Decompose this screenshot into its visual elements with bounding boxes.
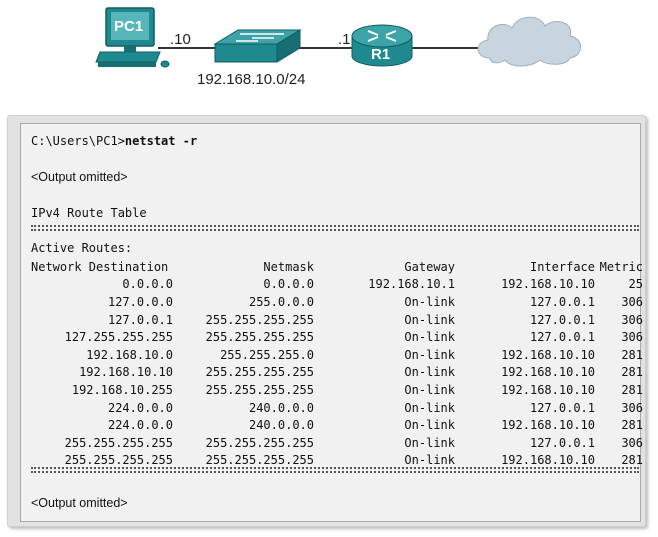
header-metric: Metric	[599, 259, 643, 274]
route-metric: 281	[621, 418, 643, 433]
route-netmask: 240.0.0.0	[248, 418, 314, 433]
route-netmask: 255.255.255.255	[205, 382, 314, 397]
pc-icon	[95, 7, 170, 68]
route-netmask: 255.255.255.255	[205, 312, 314, 327]
active-routes-title: Active Routes:	[31, 241, 133, 255]
route-interface: 127.0.0.1	[529, 294, 595, 309]
switch-icon	[213, 29, 302, 63]
output-omitted-top: <Output omitted>	[31, 170, 128, 184]
route-netmask: 240.0.0.0	[248, 400, 314, 415]
table-row: 224.0.0.0 240.0.0.0 On-link 192.168.10.10 28…	[31, 416, 643, 434]
route-destination: 192.168.10.10	[79, 365, 173, 380]
route-rows: 0.0.0.0 0.0.0.0 192.168.10.1 192.168.10.10 2…	[31, 276, 643, 470]
route-table: Network Destination Netmask Gateway Inte…	[31, 258, 643, 469]
route-interface: 127.0.0.1	[529, 435, 595, 450]
route-metric: 306	[621, 312, 643, 327]
route-gateway: On-link	[404, 400, 455, 415]
route-gateway: On-link	[404, 330, 455, 345]
route-gateway: On-link	[404, 435, 455, 450]
route-metric: 281	[621, 365, 643, 380]
command-line: C:\Users\PC1>netstat -r	[31, 134, 197, 149]
route-interface: 192.168.10.10	[501, 418, 595, 433]
router-port-label: .1	[338, 31, 351, 48]
route-netmask: 255.255.255.255	[205, 330, 314, 345]
route-gateway: On-link	[404, 294, 455, 309]
route-metric: 306	[621, 400, 643, 415]
header-netmask: Netmask	[263, 259, 314, 274]
output-omitted-bottom: <Output omitted>	[31, 496, 128, 510]
route-destination: 127.0.0.1	[107, 312, 173, 327]
route-interface: 192.168.10.10	[501, 277, 595, 292]
table-row: 192.168.10.10 255.255.255.255 On-link 192.1…	[31, 364, 643, 382]
table-row: 0.0.0.0 0.0.0.0 192.168.10.1 192.168.10.10 2…	[31, 276, 643, 294]
table-row: 127.0.0.1 255.255.255.255 On-link 127.0.0.1…	[31, 311, 643, 329]
command-prompt: C:\Users\PC1>	[31, 134, 125, 148]
pc-port-label: .10	[170, 31, 191, 48]
route-metric: 281	[621, 347, 643, 362]
route-destination: 192.168.10.255	[71, 382, 173, 397]
route-gateway: On-link	[404, 365, 455, 380]
route-destination: 0.0.0.0	[122, 277, 173, 292]
route-destination: 192.168.10.0	[86, 347, 173, 362]
table-row: 224.0.0.0 240.0.0.0 On-link 127.0.0.1 306	[31, 399, 643, 417]
route-table-title: IPv4 Route Table	[31, 206, 147, 220]
route-metric: 306	[621, 435, 643, 450]
route-metric: 25	[628, 277, 643, 292]
route-interface: 127.0.0.1	[529, 400, 595, 415]
table-row: 192.168.10.255 255.255.255.255 On-link 192.…	[31, 381, 643, 399]
network-address-label: 192.168.10.0/24	[197, 71, 306, 88]
table-row: 127.0.0.0 255.0.0.0 On-link 127.0.0.1 306	[31, 293, 643, 311]
route-interface: 127.0.0.1	[529, 312, 595, 327]
table-row: 255.255.255.255 255.255.255.255 On-link 127…	[31, 434, 643, 452]
route-destination: 127.0.0.0	[107, 294, 173, 309]
route-destination: 224.0.0.0	[107, 400, 173, 415]
terminal-output: C:\Users\PC1>netstat -r <Output omitted>…	[20, 123, 643, 522]
router-name-label: R1	[371, 46, 391, 63]
route-metric: 306	[621, 294, 643, 309]
command-text: netstat -r	[124, 134, 198, 148]
route-netmask: 255.255.255.255	[205, 365, 314, 380]
route-interface: 192.168.10.10	[501, 365, 595, 380]
route-netmask: 255.0.0.0	[248, 294, 314, 309]
network-topology: PC1 .10 .1 R1 192.168.10.0/24	[0, 0, 658, 100]
route-netmask: 255.255.255.255	[205, 435, 314, 450]
route-interface: 192.168.10.10	[501, 382, 595, 397]
header-destination: Network Destination	[31, 259, 169, 274]
table-row: 127.255.255.255 255.255.255.255 On-link 127…	[31, 328, 643, 346]
route-table-header: Network Destination Netmask Gateway Inte…	[31, 258, 643, 276]
cloud-icon	[477, 16, 581, 67]
header-interface: Interface	[529, 259, 595, 274]
route-destination: 255.255.255.255	[64, 435, 173, 450]
route-interface: 127.0.0.1	[529, 330, 595, 345]
route-netmask: 0.0.0.0	[263, 277, 314, 292]
separator-bottom	[31, 467, 639, 473]
route-metric: 281	[621, 382, 643, 397]
route-netmask: 255.255.255.0	[220, 347, 314, 362]
route-gateway: On-link	[404, 347, 455, 362]
route-destination: 224.0.0.0	[107, 418, 173, 433]
header-gateway: Gateway	[404, 259, 455, 274]
topology-drawing	[95, 7, 581, 68]
terminal-frame: C:\Users\PC1>netstat -r <Output omitted>…	[7, 115, 646, 527]
table-row: 192.168.10.0 255.255.255.0 On-link 192.168.…	[31, 346, 643, 364]
separator-top	[31, 225, 639, 231]
pc-name-label: PC1	[114, 18, 144, 35]
route-destination: 127.255.255.255	[64, 330, 173, 345]
route-gateway: 192.168.10.1	[368, 277, 455, 292]
route-gateway: On-link	[404, 382, 455, 397]
route-metric: 306	[621, 330, 643, 345]
route-gateway: On-link	[404, 312, 455, 327]
route-interface: 192.168.10.10	[501, 347, 595, 362]
route-gateway: On-link	[404, 418, 455, 433]
